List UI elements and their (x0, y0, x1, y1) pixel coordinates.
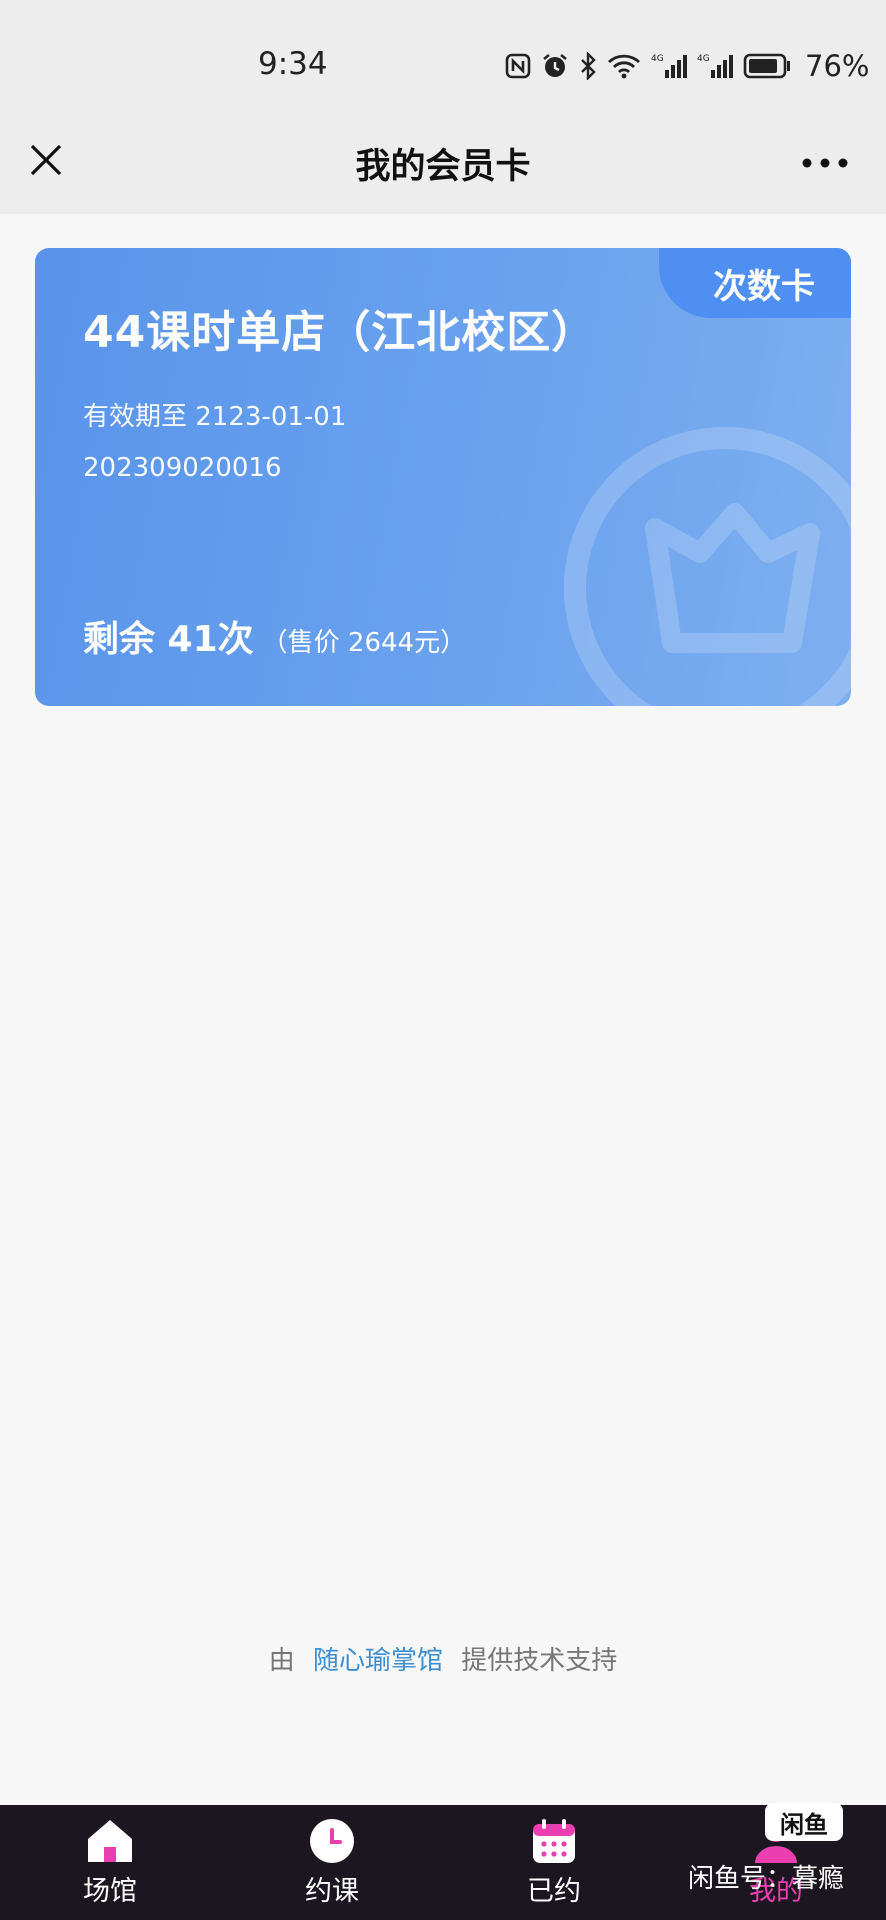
signal-4g-icon: 4G (651, 54, 687, 78)
card-expiry: 有效期至 2123-01-01 (83, 402, 347, 432)
tab-label: 约课 (305, 1876, 359, 1907)
credit-prefix: 由 (268, 1646, 295, 1676)
tab-book-class[interactable]: 约课 (242, 1805, 422, 1920)
more-icon[interactable] (800, 156, 850, 170)
svg-text:4G: 4G (697, 54, 710, 64)
remaining-count: 剩余 41次 (83, 619, 254, 660)
nav-bar: 我的会员卡 (0, 118, 886, 214)
card-type-badge: 次数卡 (659, 248, 851, 318)
tab-booked[interactable]: 已约 (464, 1805, 644, 1920)
credit-suffix: 提供技术支持 (461, 1646, 618, 1676)
signal-4g-icon-2: 4G (697, 54, 733, 78)
bluetooth-icon (581, 52, 596, 80)
nfc-icon (505, 53, 531, 79)
page-title: 我的会员卡 (355, 147, 531, 187)
svg-text:4G: 4G (651, 54, 664, 64)
credit-brand-link[interactable]: 随心瑜掌馆 (313, 1646, 443, 1676)
home-icon (88, 1820, 132, 1862)
card-title: 44课时单店（江北校区） (83, 307, 597, 358)
wifi-icon (608, 54, 640, 79)
status-time: 9:34 (258, 46, 328, 82)
watermark-logo: 闲鱼 (765, 1803, 843, 1841)
tab-label: 已约 (527, 1876, 581, 1907)
card-number: 202309020016 (83, 453, 282, 483)
crown-icon (564, 427, 851, 706)
membership-card[interactable]: 次数卡 44课时单店（江北校区） 有效期至 2123-01-01 2023090… (35, 248, 851, 706)
clock-icon (310, 1819, 354, 1863)
watermark-text: 闲鱼号：暮瘾 (688, 1864, 845, 1894)
alarm-icon (543, 53, 567, 77)
status-icons: 4G 4G 76% (505, 46, 869, 86)
calendar-icon (533, 1819, 575, 1863)
battery-percent: 76% (805, 49, 870, 83)
sale-price: （售价 2644元） (261, 628, 467, 658)
tab-venue[interactable]: 场馆 (20, 1805, 200, 1920)
card-remaining: 剩余 41次 （售价 2644元） (83, 610, 466, 662)
tech-support-credit: 由 随心瑜掌馆 提供技术支持 (0, 1640, 886, 1677)
status-bar: 9:34 4G 4G 76% (0, 0, 886, 130)
tab-label: 场馆 (83, 1876, 137, 1907)
battery-icon (743, 53, 790, 79)
